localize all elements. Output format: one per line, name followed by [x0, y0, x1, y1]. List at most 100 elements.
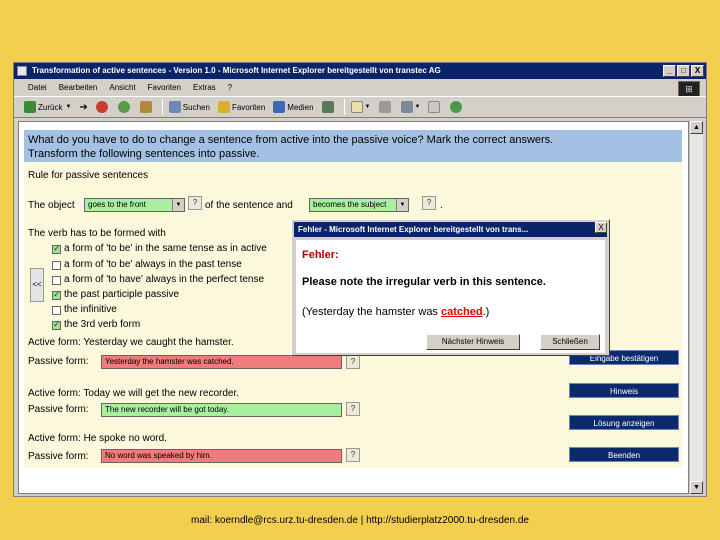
- search-label: Suchen: [182, 102, 210, 112]
- rule-middle-text: of the sentence and: [205, 200, 293, 211]
- passive-answer-input[interactable]: The new recorder will be got today.: [101, 403, 342, 417]
- favorites-icon: [217, 101, 230, 113]
- ie-icon: [17, 66, 27, 76]
- rule-suffix: .: [440, 200, 443, 211]
- dialog-close-icon[interactable]: X: [595, 222, 607, 233]
- exercise-hint-button[interactable]: ?: [346, 402, 360, 416]
- verb-option-checkbox[interactable]: [52, 289, 61, 300]
- object-select-value: goes to the front: [88, 200, 146, 209]
- menu-tools[interactable]: Extras: [193, 83, 216, 92]
- verb-option-checkbox[interactable]: [52, 306, 61, 315]
- dialog-close-button[interactable]: Schließen: [540, 334, 600, 350]
- verb-option-checkbox[interactable]: [52, 319, 61, 330]
- task-instruction: Transform the following sentences into p…: [28, 148, 260, 160]
- dropdown-icon: ▼: [65, 104, 72, 110]
- next-hint-button[interactable]: Nächster Hinweis: [426, 334, 520, 350]
- show-solution-button[interactable]: Lösung anzeigen: [569, 415, 679, 430]
- active-sentence: Active form: He spoke no word.: [28, 433, 167, 444]
- toolbar-divider: [161, 99, 163, 115]
- media-button[interactable]: Medien: [273, 101, 314, 113]
- verb-option-checkbox[interactable]: [52, 261, 61, 270]
- dialog-example-error: catched: [441, 306, 483, 318]
- error-dialog: Fehler - Microsoft Internet Explorer ber…: [291, 219, 610, 356]
- favorites-label: Favoriten: [231, 102, 266, 112]
- exercise-hint-button[interactable]: ?: [346, 355, 360, 369]
- media-icon: [273, 101, 286, 113]
- history-icon: [321, 101, 334, 113]
- hint-button[interactable]: Hinweis: [569, 383, 679, 398]
- exercise-hint-button[interactable]: ?: [346, 448, 360, 462]
- stop-button[interactable]: [95, 101, 110, 113]
- dialog-example-prefix: (Yesterday the hamster was: [302, 306, 441, 318]
- window-titlebar[interactable]: Transformation of active sentences - Ver…: [14, 63, 706, 79]
- back-button[interactable]: Zurück ▼: [24, 101, 71, 113]
- passive-answer-input[interactable]: No word was speaked by him.: [101, 449, 342, 463]
- search-icon: [168, 101, 181, 113]
- object-hint-button[interactable]: ?: [188, 196, 202, 210]
- menu-edit[interactable]: Bearbeiten: [59, 83, 98, 92]
- menu-help[interactable]: ?: [228, 83, 232, 92]
- back-arrow-icon: [24, 101, 36, 113]
- scroll-up-icon[interactable]: ▲: [690, 121, 703, 134]
- task-header: What do you have to do to change a sente…: [24, 130, 682, 162]
- toolbar-divider: [343, 99, 345, 115]
- history-button[interactable]: [321, 101, 336, 113]
- window-title: Transformation of active sentences - Ver…: [32, 66, 441, 75]
- windows-logo-icon: ⊞: [678, 81, 700, 97]
- verb-option-label: the past participle passive: [64, 289, 180, 300]
- forward-arrow-icon: ➔: [79, 101, 88, 113]
- home-icon: [139, 101, 152, 113]
- print-button[interactable]: [378, 101, 393, 113]
- dropdown-arrow-icon: ▼: [172, 199, 184, 211]
- subject-hint-button[interactable]: ?: [422, 196, 436, 210]
- back-label: Zurück: [38, 102, 63, 112]
- verb-option-label: a form of 'to be' in the same tense as i…: [64, 243, 267, 254]
- vertical-scrollbar[interactable]: ▲ ▼: [689, 121, 703, 494]
- media-label: Medien: [287, 102, 314, 112]
- favorites-button[interactable]: Favoriten: [217, 101, 266, 113]
- maximize-button[interactable]: □: [677, 65, 690, 77]
- menu-bar: Datei Bearbeiten Ansicht Favoriten Extra…: [14, 79, 706, 95]
- close-button[interactable]: X: [691, 65, 704, 77]
- edit-button[interactable]: ▼: [400, 101, 421, 113]
- dialog-body: Fehler: Please note the irregular verb i…: [296, 240, 605, 353]
- dialog-example-suffix: .): [482, 306, 490, 318]
- active-sentence: Active form: Today we will get the new r…: [28, 388, 240, 399]
- menu-file[interactable]: Datei: [28, 83, 47, 92]
- dropdown-icon: ▼: [414, 104, 421, 110]
- toolbar: Zurück ▼ ➔ Suchen Favoriten Medien ▼ ▼: [14, 96, 706, 118]
- passive-label: Passive form:: [28, 404, 89, 415]
- stop-icon: [95, 101, 108, 113]
- forward-button[interactable]: ➔: [79, 102, 87, 113]
- dropdown-arrow-icon: ▼: [396, 199, 408, 211]
- menu-view[interactable]: Ansicht: [109, 83, 135, 92]
- verb-title: The verb has to be formed with: [28, 228, 166, 239]
- home-button[interactable]: [139, 101, 154, 113]
- dropdown-icon: ▼: [364, 104, 371, 110]
- task-question: What do you have to do to change a sente…: [28, 134, 554, 146]
- scroll-down-icon[interactable]: ▼: [690, 481, 703, 494]
- object-select[interactable]: goes to the front ▼: [84, 198, 185, 212]
- messenger-button[interactable]: [450, 101, 464, 113]
- side-toggle-button[interactable]: <<: [30, 268, 44, 302]
- dialog-example: (Yesterday the hamster was catched.): [302, 306, 489, 318]
- rule-title: Rule for passive sentences: [28, 170, 149, 181]
- verb-option-checkbox[interactable]: [52, 243, 61, 254]
- menu-favorites[interactable]: Favoriten: [148, 83, 181, 92]
- rule-object-prefix: The object: [28, 200, 75, 211]
- print-icon: [378, 101, 391, 113]
- refresh-icon: [117, 101, 130, 113]
- dialog-title[interactable]: Fehler - Microsoft Internet Explorer ber…: [294, 222, 607, 237]
- minimize-button[interactable]: _: [663, 65, 676, 77]
- subject-select[interactable]: becomes the subject ▼: [309, 198, 409, 212]
- quit-button[interactable]: Beenden: [569, 447, 679, 462]
- passive-answer-input[interactable]: Yesterday the hamster was catched.: [101, 355, 342, 369]
- window-controls: _ □ X: [663, 65, 704, 77]
- discuss-button[interactable]: [428, 101, 442, 113]
- passive-label: Passive form:: [28, 356, 89, 367]
- search-button[interactable]: Suchen: [168, 101, 210, 113]
- verb-option-label: a form of 'to be' always in the past ten…: [64, 259, 242, 270]
- refresh-button[interactable]: [117, 101, 132, 113]
- mail-button[interactable]: ▼: [350, 101, 371, 113]
- verb-option-checkbox[interactable]: [52, 276, 61, 285]
